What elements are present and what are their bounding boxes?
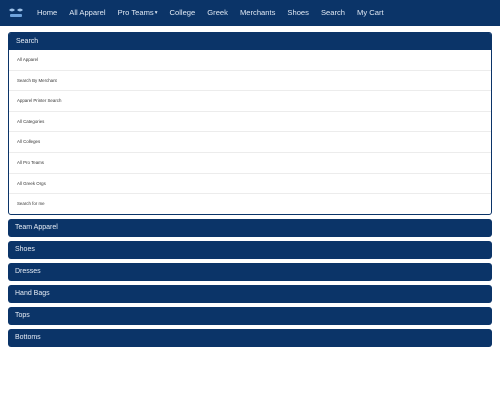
search-link-all-apparel[interactable]: All Apparel [9, 50, 491, 70]
search-link-all-colleges[interactable]: All Colleges [9, 131, 491, 152]
nav-my-cart[interactable]: My Cart [351, 0, 390, 26]
site-logo-icon[interactable] [5, 4, 27, 22]
nav-all-apparel[interactable]: All Apparel [63, 0, 111, 26]
top-navbar: Home All Apparel Pro Teams▾ College Gree… [0, 0, 500, 26]
nav-merchants[interactable]: Merchants [234, 0, 281, 26]
search-link-all-pro-teams[interactable]: All Pro Teams [9, 151, 491, 173]
nav-greek[interactable]: Greek [201, 0, 234, 26]
search-link-search-for-me[interactable]: Search for me [9, 193, 491, 214]
nav-pro-teams-label: Pro Teams [117, 8, 154, 17]
search-panel: Search All Apparel Search By Merchant Ap… [8, 32, 492, 215]
nav-home[interactable]: Home [31, 0, 63, 26]
search-link-all-categories[interactable]: All Categories [9, 110, 491, 132]
chevron-down-icon: ▾ [154, 10, 158, 16]
search-link-by-merchant[interactable]: Search By Merchant [9, 69, 491, 91]
search-link-apparel-printer[interactable]: Apparel Printer Search [9, 90, 491, 111]
nav-pro-teams[interactable]: Pro Teams▾ [112, 0, 164, 26]
category-bottoms[interactable]: Bottoms [8, 328, 492, 347]
category-shoes[interactable]: Shoes [8, 240, 492, 259]
category-team-apparel[interactable]: Team Apparel [8, 218, 492, 237]
nav-search[interactable]: Search [315, 0, 351, 26]
category-tops[interactable]: Tops [8, 306, 492, 325]
nav-shoes[interactable]: Shoes [281, 0, 315, 26]
nav-college[interactable]: College [164, 0, 202, 26]
search-panel-list: All Apparel Search By Merchant Apparel P… [9, 50, 491, 214]
search-panel-header[interactable]: Search [9, 33, 491, 50]
category-dresses[interactable]: Dresses [8, 262, 492, 281]
main-content: Search All Apparel Search By Merchant Ap… [8, 32, 492, 347]
category-hand-bags[interactable]: Hand Bags [8, 284, 492, 303]
search-link-all-greek-orgs[interactable]: All Greek Orgs [9, 172, 491, 194]
